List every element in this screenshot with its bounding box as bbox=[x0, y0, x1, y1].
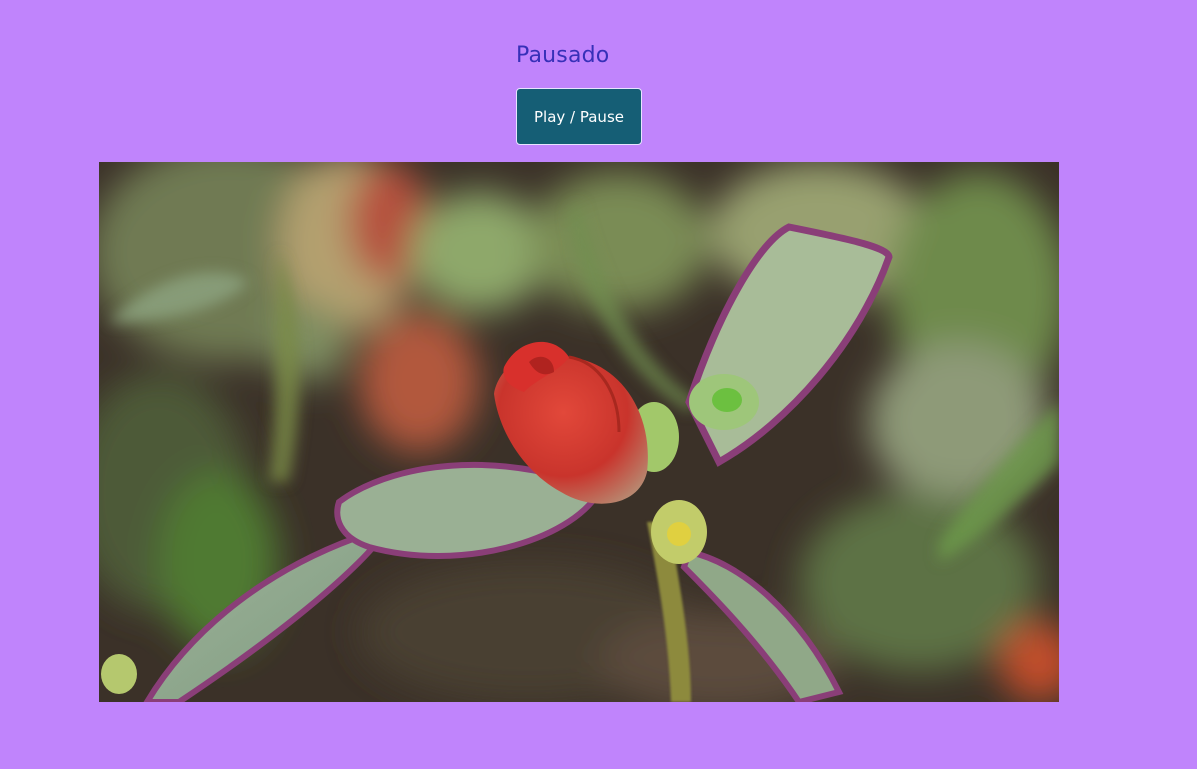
video-player[interactable] bbox=[99, 162, 1059, 702]
video-frame-image bbox=[99, 162, 1059, 702]
play-pause-button[interactable]: Play / Pause bbox=[516, 88, 642, 145]
playback-status: Pausado bbox=[516, 43, 610, 68]
